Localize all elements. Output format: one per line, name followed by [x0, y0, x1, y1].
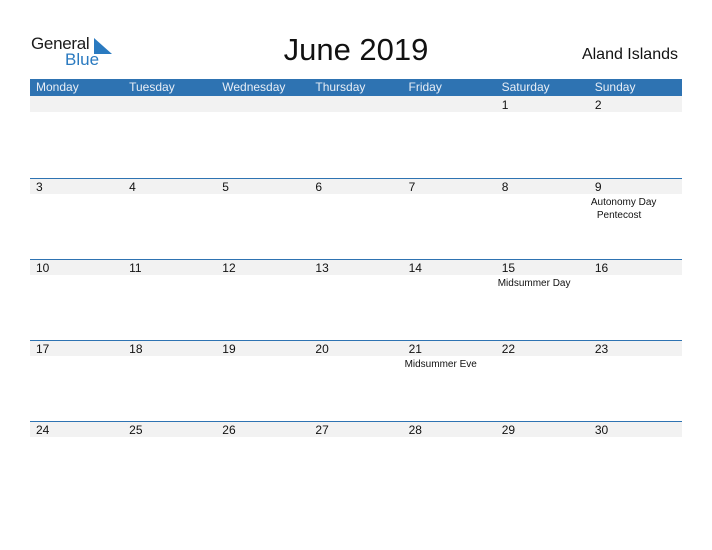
- weekday-tuesday: Tuesday: [129, 80, 175, 94]
- day-number: 28: [408, 423, 422, 437]
- day-cell: 8: [496, 178, 589, 259]
- holiday-label: Midsummer Day: [497, 278, 571, 289]
- day-cell: 30: [589, 421, 682, 502]
- day-number: 4: [129, 180, 136, 194]
- day-cell: 20: [309, 340, 402, 421]
- day-number: 5: [222, 180, 229, 194]
- day-number: 23: [594, 342, 609, 356]
- day-cell: [216, 96, 309, 177]
- day-number: 22: [501, 342, 516, 356]
- holiday-label: Pentecost: [596, 210, 642, 221]
- day-number: 17: [36, 342, 50, 356]
- day-cell: 19: [216, 340, 309, 421]
- day-cell: 23: [589, 340, 682, 421]
- day-number: 6: [315, 180, 323, 194]
- day-cell: 3: [30, 178, 123, 259]
- day-number: 27: [315, 423, 329, 437]
- day-number: 8: [501, 180, 509, 194]
- day-number: 10: [36, 261, 50, 275]
- day-cell: [309, 96, 402, 177]
- day-number: 18: [129, 342, 143, 356]
- day-number: 15: [501, 261, 516, 275]
- day-number: 3: [36, 180, 43, 194]
- day-cell: 18: [123, 340, 216, 421]
- day-number: 7: [408, 180, 416, 194]
- day-cell: 29: [496, 421, 589, 502]
- day-cell: 10: [30, 259, 123, 340]
- week-row: 10 11 12 13 14 15 Midsummer Day 16: [30, 259, 682, 340]
- day-cell: 4: [123, 178, 216, 259]
- week-row: 12: [30, 96, 682, 177]
- week-row: 3 4 5 6 7 8 9 Autonomy Day Pentecost: [30, 178, 682, 259]
- day-number: 30: [594, 423, 609, 437]
- day-number: 29: [501, 423, 516, 437]
- day-cell: 15 Midsummer Day: [496, 259, 589, 340]
- day-number: 24: [36, 423, 50, 437]
- week-row: 24 25 26 27 28 29 30: [30, 421, 682, 502]
- holiday-list: Midsummer Eve: [405, 358, 477, 371]
- day-number: 13: [315, 261, 329, 275]
- day-number: 14: [408, 261, 422, 275]
- day-cell: 11: [123, 259, 216, 340]
- day-number: 12: [222, 261, 236, 275]
- day-cell: 9 Autonomy Day Pentecost: [589, 178, 682, 259]
- day-cell: 7: [403, 178, 496, 259]
- weekday-wednesday: Wednesday: [222, 80, 286, 94]
- day-cell: 26: [216, 421, 309, 502]
- holiday-list: Autonomy Day Pentecost: [591, 196, 657, 222]
- week-row: 17 18 19 20 21 Midsummer Eve 22 23: [30, 340, 682, 421]
- day-cell: 2: [589, 96, 682, 177]
- day-number: 20: [315, 342, 329, 356]
- day-cell: [123, 96, 216, 177]
- day-number: 2: [594, 98, 602, 112]
- region-label: Aland Islands: [581, 46, 678, 63]
- holiday-label: Autonomy Day: [590, 197, 657, 208]
- day-cell: 1: [496, 96, 589, 177]
- day-cell: 17: [30, 340, 123, 421]
- weekday-friday: Friday: [408, 80, 442, 94]
- day-cell: [403, 96, 496, 177]
- day-cell: 16: [589, 259, 682, 340]
- day-cell: 28: [403, 421, 496, 502]
- day-number: 19: [222, 342, 236, 356]
- day-number: 26: [222, 423, 236, 437]
- holiday-list: Midsummer Day: [498, 277, 571, 290]
- day-cell: 21 Midsummer Eve: [403, 340, 496, 421]
- day-cell: 6: [309, 178, 402, 259]
- weekday-sunday: Sunday: [594, 80, 636, 94]
- weekday-thursday: Thursday: [315, 80, 366, 94]
- day-number: 9: [594, 180, 602, 194]
- day-number: 11: [129, 261, 142, 275]
- weekday-header: Monday Tuesday Wednesday Thursday Friday…: [30, 79, 682, 96]
- day-cell: 13: [309, 259, 402, 340]
- day-number: 21: [408, 342, 422, 356]
- day-cell: 14: [403, 259, 496, 340]
- holiday-label: Midsummer Eve: [404, 359, 477, 370]
- day-cell: 25: [123, 421, 216, 502]
- day-cell: 24: [30, 421, 123, 502]
- day-cell: 12: [216, 259, 309, 340]
- day-cell: [30, 96, 123, 177]
- day-cell: 5: [216, 178, 309, 259]
- day-number: 25: [129, 423, 143, 437]
- weekday-monday: Monday: [36, 80, 79, 94]
- day-number: 16: [594, 261, 609, 275]
- day-cell: 22: [496, 340, 589, 421]
- day-number: 1: [501, 98, 509, 112]
- weekday-saturday: Saturday: [501, 80, 550, 94]
- day-cell: 27: [309, 421, 402, 502]
